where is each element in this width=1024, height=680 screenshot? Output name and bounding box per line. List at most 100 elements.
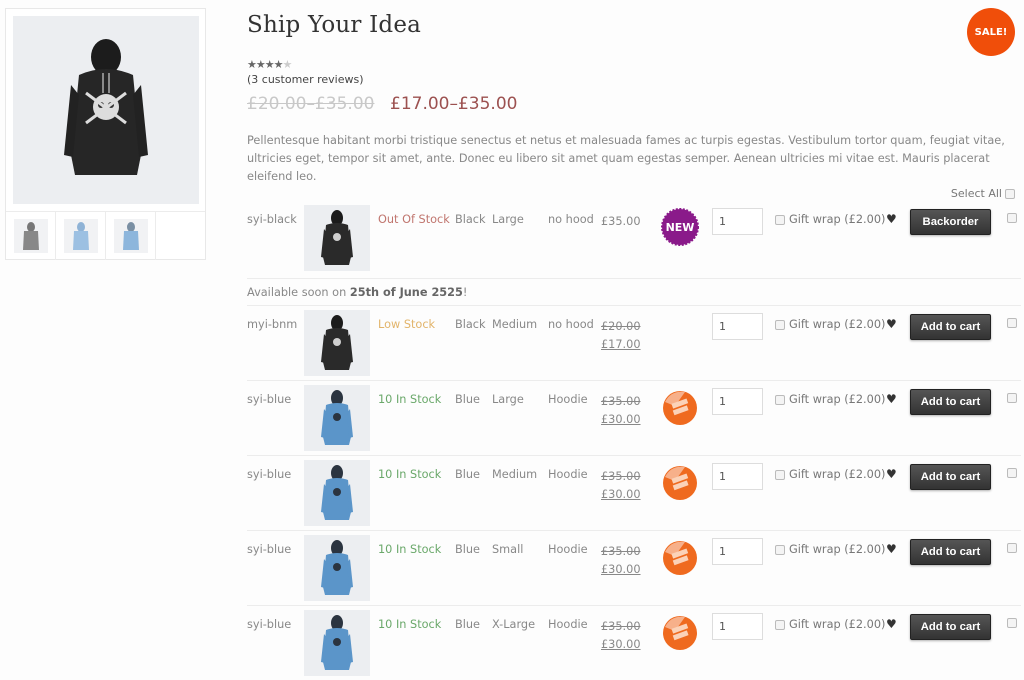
svg-text:NEW: NEW bbox=[666, 221, 695, 234]
sku: myi-bnm bbox=[247, 318, 298, 331]
gift-wrap-checkbox[interactable] bbox=[775, 619, 785, 630]
main-product-image[interactable] bbox=[13, 16, 199, 204]
style-attribute: Hoodie bbox=[548, 468, 588, 481]
gift-wrap-label: Gift wrap (£2.00) bbox=[789, 318, 886, 331]
thumbnail-light-blue-hoodie[interactable] bbox=[56, 212, 106, 260]
table-row: myi-bnm Low Stock Black Medium no hood £… bbox=[247, 305, 1021, 380]
gift-wrap-option[interactable]: Gift wrap (£2.00) bbox=[775, 318, 885, 331]
thumbnail-blue-hoodie[interactable] bbox=[106, 212, 156, 260]
gift-wrap-label: Gift wrap (£2.00) bbox=[789, 543, 886, 556]
gift-wrap-checkbox[interactable] bbox=[775, 214, 785, 225]
product-badge bbox=[661, 538, 699, 576]
price-cell: £35.00 £30.00 bbox=[601, 393, 641, 429]
gift-wrap-label: Gift wrap (£2.00) bbox=[789, 213, 886, 226]
variation-image[interactable] bbox=[304, 610, 370, 676]
price-cell: £35.00 £30.00 bbox=[601, 543, 641, 579]
variation-image[interactable] bbox=[304, 535, 370, 601]
hoodie-thumb-icon bbox=[22, 222, 39, 250]
gift-wrap-option[interactable]: Gift wrap (£2.00) bbox=[775, 393, 885, 406]
row-select-checkbox[interactable] bbox=[1007, 393, 1017, 403]
wishlist-heart-icon[interactable]: ♥ bbox=[886, 317, 897, 331]
price-cell: £35.00 £30.00 bbox=[601, 618, 641, 654]
row-divider bbox=[247, 530, 1021, 531]
variation-image[interactable] bbox=[304, 205, 370, 271]
hoodie-image bbox=[64, 39, 148, 175]
color-attribute: Blue bbox=[455, 393, 480, 406]
variation-image[interactable] bbox=[304, 460, 370, 526]
row-select-checkbox[interactable] bbox=[1007, 213, 1017, 223]
gift-wrap-option[interactable]: Gift wrap (£2.00) bbox=[775, 213, 885, 226]
sale-price: £30.00 bbox=[601, 563, 641, 576]
customer-reviews-link[interactable]: (3 customer reviews) bbox=[247, 73, 363, 86]
add-to-cart-button[interactable]: Add to cart bbox=[910, 614, 991, 640]
stock-status: 10 In Stock bbox=[378, 393, 442, 406]
table-row: syi-blue 10 In Stock Blue Medium Hoodie … bbox=[247, 455, 1021, 530]
variation-image[interactable] bbox=[304, 385, 370, 451]
add-to-cart-button[interactable]: Add to cart bbox=[910, 539, 991, 565]
style-attribute: no hood bbox=[548, 213, 594, 226]
gift-wrap-option[interactable]: Gift wrap (£2.00) bbox=[775, 618, 885, 631]
size-attribute: Medium bbox=[492, 468, 538, 481]
row-select-checkbox[interactable] bbox=[1007, 543, 1017, 553]
row-select-checkbox[interactable] bbox=[1007, 318, 1017, 328]
quantity-input[interactable] bbox=[712, 538, 763, 565]
select-all-checkbox[interactable] bbox=[1005, 188, 1015, 199]
row-divider bbox=[247, 605, 1021, 606]
quantity-input[interactable] bbox=[712, 208, 763, 235]
size-attribute: Medium bbox=[492, 318, 538, 331]
sale-price: £30.00 bbox=[601, 488, 641, 501]
sale-badge: SALE! bbox=[967, 8, 1015, 56]
quantity-input[interactable] bbox=[712, 613, 763, 640]
original-price: £35.00 bbox=[601, 395, 641, 408]
availability-note: Available soon on 25th of June 2525! bbox=[247, 286, 467, 299]
wishlist-heart-icon[interactable]: ♥ bbox=[886, 392, 897, 406]
wishlist-heart-icon[interactable]: ♥ bbox=[886, 617, 897, 631]
product-badge bbox=[661, 463, 699, 501]
gift-wrap-checkbox[interactable] bbox=[775, 394, 785, 405]
row-select-checkbox[interactable] bbox=[1007, 618, 1017, 628]
gift-wrap-checkbox[interactable] bbox=[775, 544, 785, 555]
stock-status: 10 In Stock bbox=[378, 543, 442, 556]
new-badge-icon: NEW bbox=[661, 208, 699, 246]
quantity-input[interactable] bbox=[712, 388, 763, 415]
add-to-cart-button[interactable]: Add to cart bbox=[910, 314, 991, 340]
wishlist-heart-icon[interactable]: ♥ bbox=[886, 542, 897, 556]
variation-image[interactable] bbox=[304, 310, 370, 376]
gift-wrap-option[interactable]: Gift wrap (£2.00) bbox=[775, 468, 885, 481]
row-divider bbox=[247, 380, 1021, 381]
filled-stars-icon: ★★★★ bbox=[247, 58, 283, 71]
sale-price: £17.00 bbox=[601, 338, 641, 351]
sku: syi-blue bbox=[247, 543, 292, 556]
size-attribute: Large bbox=[492, 213, 524, 226]
product-gallery bbox=[5, 8, 206, 260]
table-row: syi-blue 10 In Stock Blue X-Large Hoodie… bbox=[247, 605, 1021, 680]
thumbnail-strip bbox=[6, 211, 205, 260]
color-attribute: Blue bbox=[455, 468, 480, 481]
gift-wrap-label: Gift wrap (£2.00) bbox=[789, 618, 886, 631]
add-to-cart-button[interactable]: Add to cart bbox=[910, 464, 991, 490]
quantity-input[interactable] bbox=[712, 313, 763, 340]
row-select-checkbox[interactable] bbox=[1007, 468, 1017, 478]
stock-status: 10 In Stock bbox=[378, 468, 442, 481]
add-to-cart-button[interactable]: Add to cart bbox=[910, 389, 991, 415]
hoodie-image bbox=[321, 210, 353, 265]
wishlist-heart-icon[interactable]: ♥ bbox=[886, 212, 897, 226]
gift-wrap-checkbox[interactable] bbox=[775, 319, 785, 330]
star-rating[interactable]: ★★★★★ bbox=[247, 58, 292, 71]
backorder-button[interactable]: Backorder bbox=[910, 209, 991, 235]
gift-wrap-checkbox[interactable] bbox=[775, 469, 785, 480]
row-divider bbox=[247, 305, 1021, 306]
gift-wrap-option[interactable]: Gift wrap (£2.00) bbox=[775, 543, 885, 556]
hoodie-image bbox=[321, 615, 353, 670]
availability-suffix: ! bbox=[462, 286, 468, 299]
wishlist-heart-icon[interactable]: ♥ bbox=[886, 467, 897, 481]
select-all[interactable]: Select All bbox=[951, 187, 1015, 200]
color-attribute: Black bbox=[455, 318, 486, 331]
thumbnail-grey-hoodie[interactable] bbox=[6, 212, 56, 260]
size-attribute: X-Large bbox=[492, 618, 536, 631]
original-price: £35.00 bbox=[601, 620, 641, 633]
hoodie-image bbox=[321, 315, 353, 370]
product-badge: NEW bbox=[661, 208, 699, 246]
sale-price: £30.00 bbox=[601, 413, 641, 426]
quantity-input[interactable] bbox=[712, 463, 763, 490]
